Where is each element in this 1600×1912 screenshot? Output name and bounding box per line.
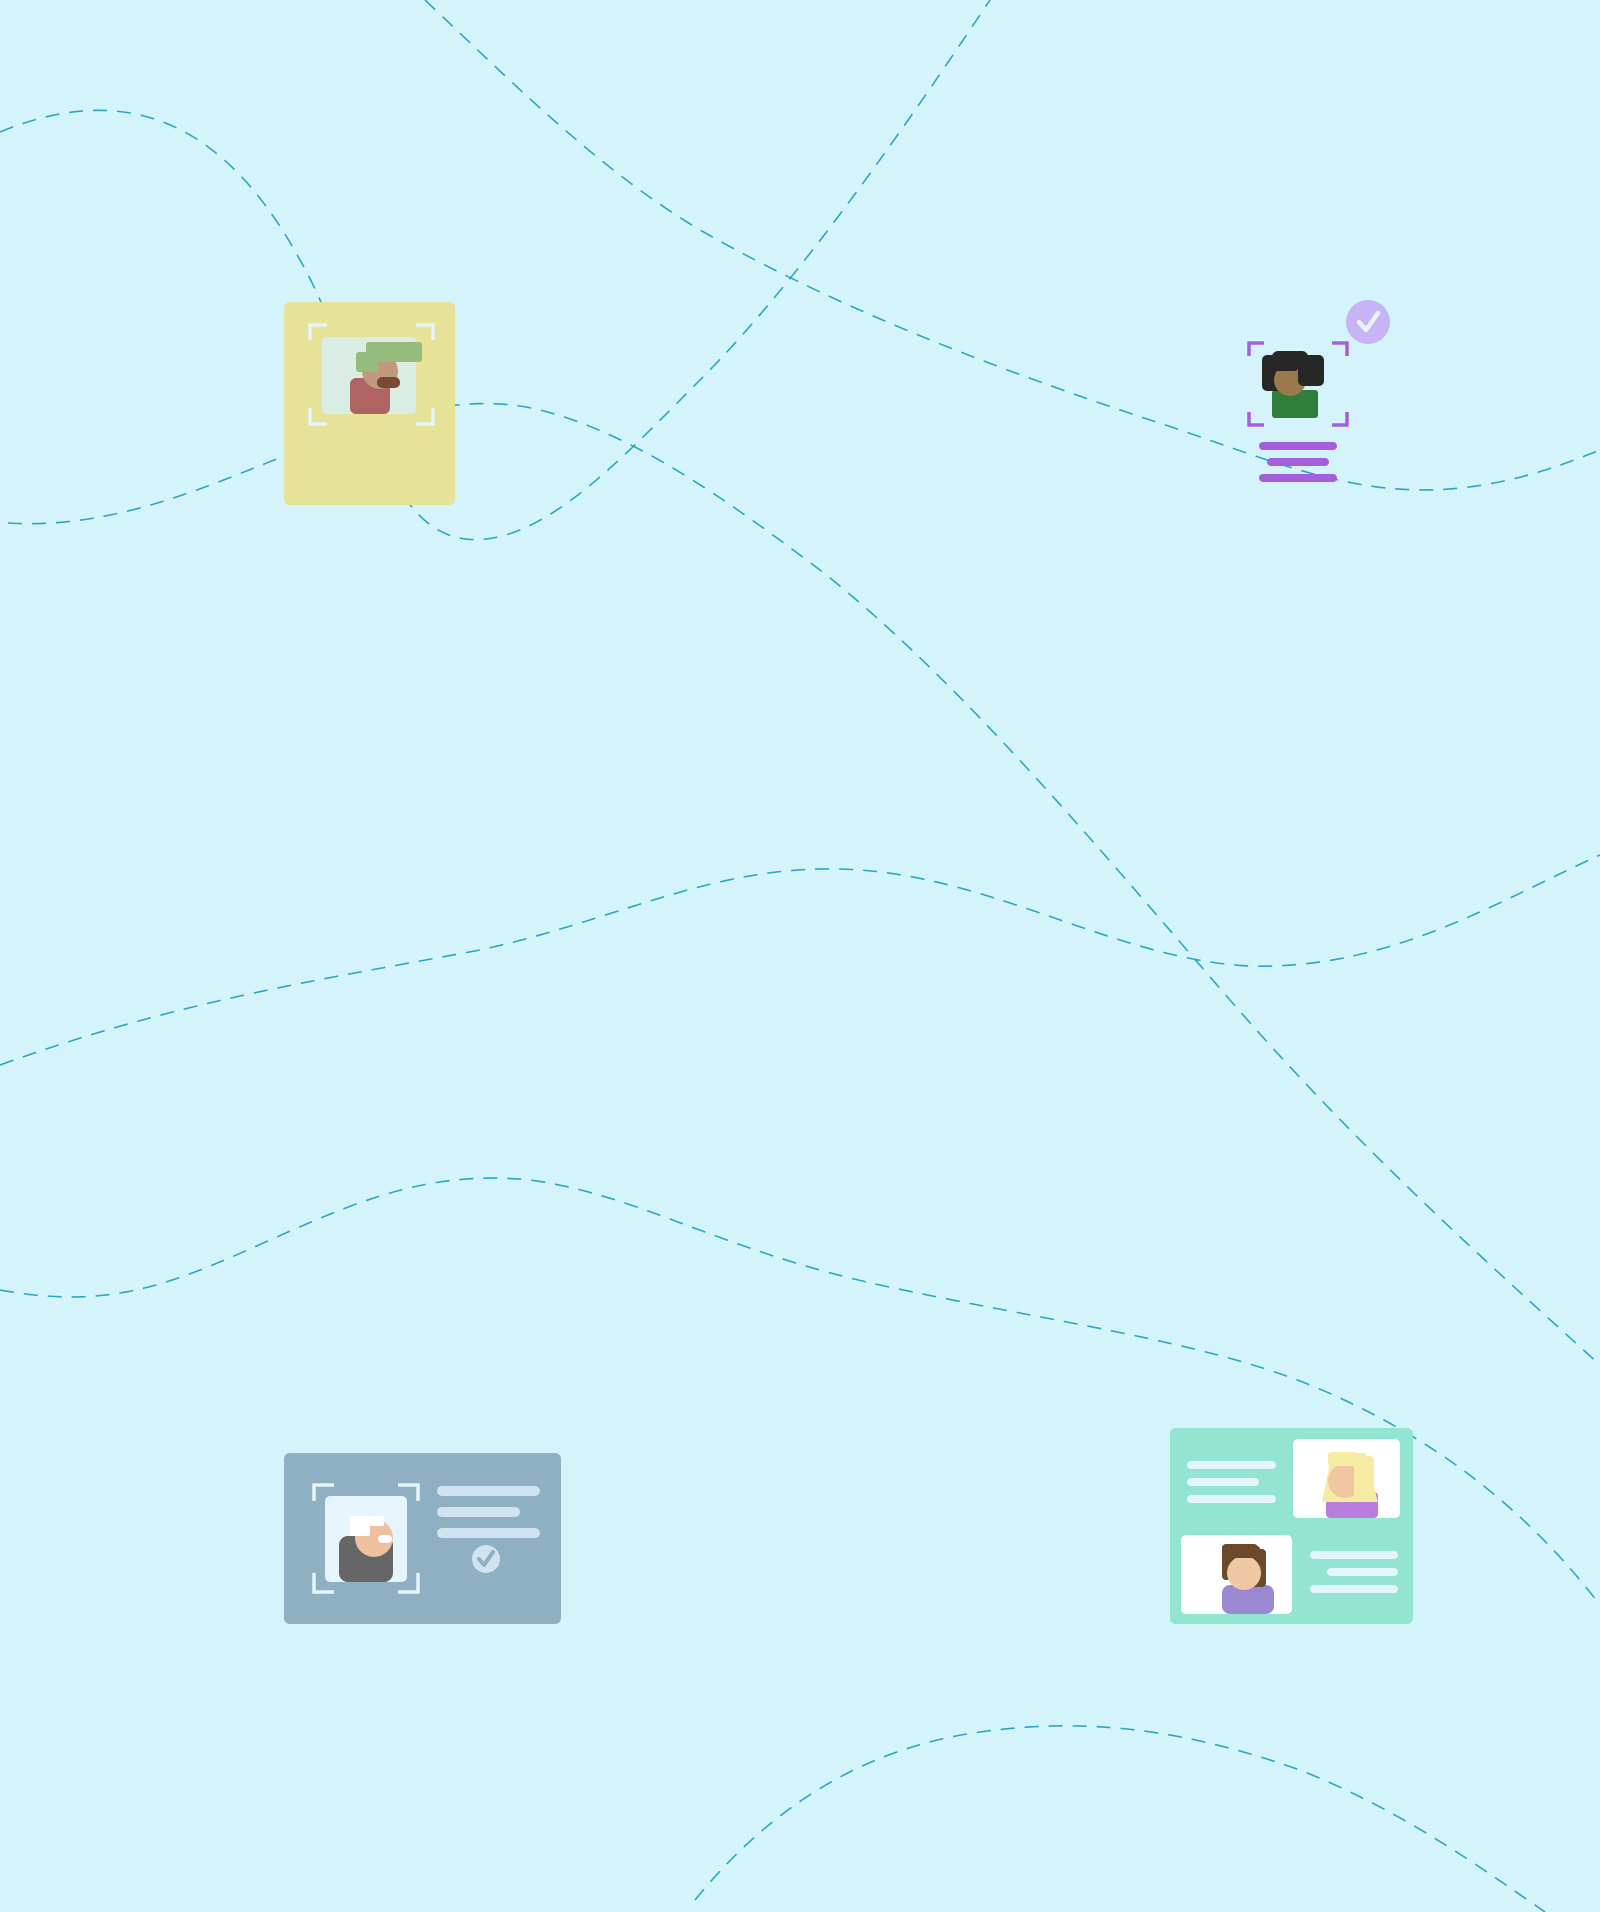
person-avatar	[1322, 1452, 1378, 1518]
portrait-id-card-icon	[284, 302, 455, 505]
check-icon	[1346, 300, 1390, 344]
verified-id-card-icon	[284, 1453, 561, 1624]
check-icon	[472, 1545, 500, 1573]
profile-cards-icon	[1170, 1428, 1413, 1624]
illustration-scene	[0, 0, 1600, 1912]
background	[0, 0, 1600, 1912]
